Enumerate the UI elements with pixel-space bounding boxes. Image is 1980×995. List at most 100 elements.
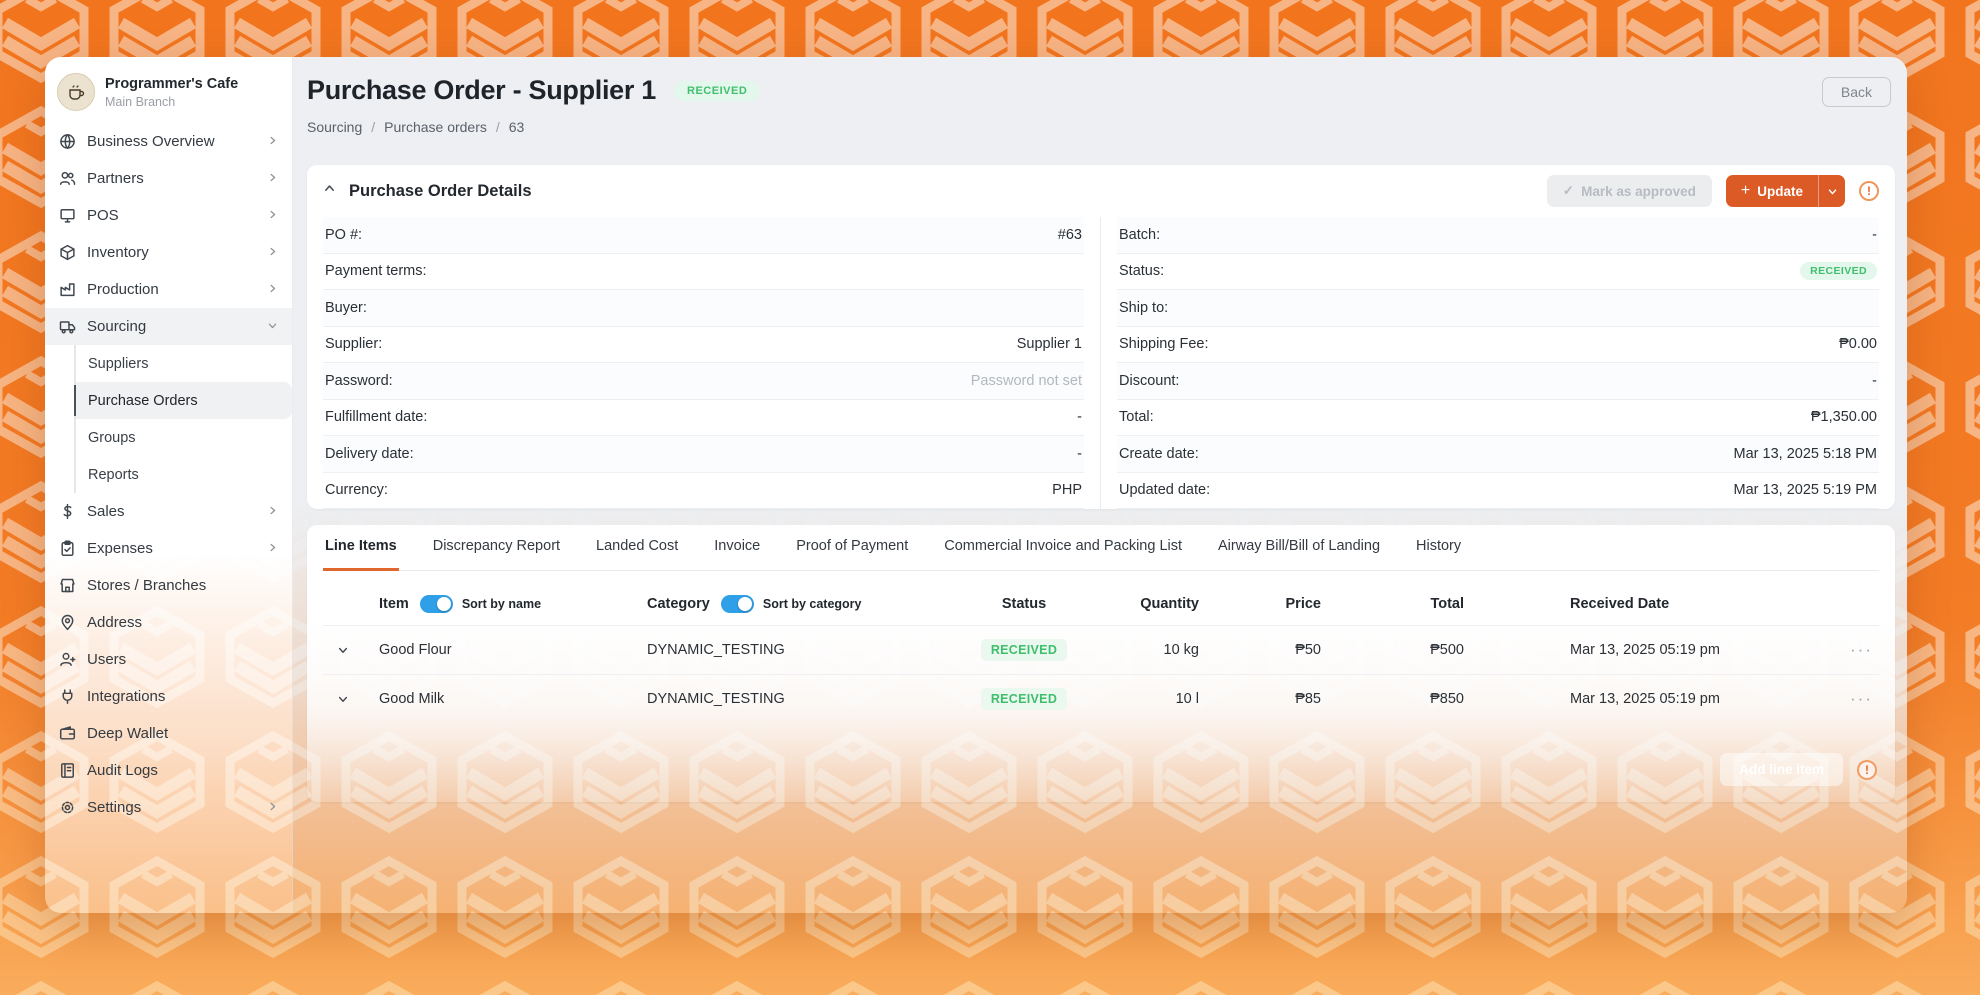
row-actions-menu[interactable]: ··· [1844, 689, 1879, 709]
tab-bar: Line Items Discrepancy Report Landed Cos… [323, 525, 1879, 571]
sidebar-item-label: Partners [87, 170, 267, 187]
sidebar-item-sales[interactable]: Sales [45, 493, 292, 530]
detail-label: Status: [1119, 263, 1164, 279]
sidebar-item-integrations[interactable]: Integrations [45, 678, 292, 715]
info-icon[interactable]: ! [1859, 181, 1879, 201]
sidebar-item-label: Sales [87, 503, 267, 520]
sidebar-item-label: Users [87, 651, 278, 668]
page-title: Purchase Order - Supplier 1 [307, 75, 656, 106]
sidebar-item-sourcing[interactable]: Sourcing [45, 308, 292, 345]
detail-row-create-date: Create date:Mar 13, 2025 5:18 PM [1117, 436, 1879, 473]
info-icon[interactable]: ! [1857, 760, 1877, 780]
tab-line-items[interactable]: Line Items [323, 525, 399, 571]
detail-value: Supplier 1 [1017, 336, 1082, 352]
sort-by-name-label: Sort by name [462, 597, 541, 611]
sidebar-item-purchase-orders[interactable]: Purchase Orders [76, 382, 292, 419]
gear-icon [59, 799, 76, 816]
detail-value: ₱1,350.00 [1811, 409, 1877, 425]
factory-icon [59, 281, 76, 298]
clipboard-icon [59, 540, 76, 557]
plug-icon [59, 688, 76, 705]
sub-item-label: Reports [88, 467, 139, 483]
sidebar-item-pos[interactable]: POS [45, 197, 292, 234]
sort-by-name-toggle[interactable] [420, 595, 453, 613]
add-line-item-button[interactable]: Add line item [1720, 753, 1843, 786]
back-button[interactable]: Back [1822, 77, 1891, 107]
status-badge: RECEIVED [674, 81, 760, 101]
chevron-right-icon [267, 503, 278, 520]
org-logo [57, 73, 95, 111]
tab-discrepancy-report[interactable]: Discrepancy Report [431, 525, 562, 571]
line-items-card: Line Items Discrepancy Report Landed Cos… [307, 525, 1895, 802]
sidebar-item-label: Audit Logs [87, 762, 278, 779]
wallet-icon [59, 725, 76, 742]
sidebar-item-expenses[interactable]: Expenses [45, 530, 292, 567]
sort-by-category-toggle[interactable] [721, 595, 754, 613]
breadcrumb-sourcing[interactable]: Sourcing [307, 119, 362, 135]
sidebar-item-address[interactable]: Address [45, 604, 292, 641]
mark-as-approved-label: Mark as approved [1581, 184, 1696, 199]
expand-row-icon[interactable] [323, 693, 363, 705]
breadcrumb-purchase-orders[interactable]: Purchase orders [384, 119, 487, 135]
detail-value: Password not set [971, 373, 1082, 389]
chevron-right-icon [267, 133, 278, 150]
details-left-column: PO #:#63 Payment terms: Buyer: Supplier:… [323, 217, 1101, 509]
column-received-date: Received Date [1514, 596, 1844, 612]
tab-invoice[interactable]: Invoice [712, 525, 762, 571]
pos-monitor-icon [59, 207, 76, 224]
update-label: Update [1757, 184, 1803, 199]
cell-quantity: 10 kg [1099, 642, 1249, 658]
store-icon [59, 577, 76, 594]
detail-row-status: Status:RECEIVED [1117, 254, 1879, 291]
detail-label: Password: [325, 373, 393, 389]
breadcrumb-current: 63 [509, 119, 525, 135]
detail-row-total: Total:₱1,350.00 [1117, 400, 1879, 437]
collapse-section-icon[interactable] [323, 182, 336, 200]
cell-status-badge: RECEIVED [981, 639, 1067, 661]
cell-price: ₱50 [1249, 642, 1369, 658]
detail-row-updated-date: Updated date:Mar 13, 2025 5:19 PM [1117, 473, 1879, 510]
plus-icon: + [1741, 183, 1750, 199]
tab-airway-bill[interactable]: Airway Bill/Bill of Landing [1216, 525, 1382, 571]
chevron-down-icon [1827, 186, 1838, 197]
sidebar-item-business-overview[interactable]: Business Overview [45, 123, 292, 160]
sidebar: Programmer's Cafe Main Branch Business O… [45, 57, 293, 913]
sidebar-item-production[interactable]: Production [45, 271, 292, 308]
mark-as-approved-button[interactable]: ✓ Mark as approved [1547, 175, 1712, 207]
tab-history[interactable]: History [1414, 525, 1463, 571]
tab-landed-cost[interactable]: Landed Cost [594, 525, 680, 571]
org-branch: Main Branch [105, 95, 238, 109]
detail-value: - [1077, 446, 1082, 462]
detail-label: Shipping Fee: [1119, 336, 1208, 352]
detail-label: Buyer: [325, 300, 367, 316]
sidebar-item-groups[interactable]: Groups [76, 419, 292, 456]
sidebar-item-users[interactable]: Users [45, 641, 292, 678]
detail-label: Fulfillment date: [325, 409, 427, 425]
detail-label: Currency: [325, 482, 388, 498]
update-dropdown-button[interactable] [1818, 175, 1845, 207]
row-actions-menu[interactable]: ··· [1844, 640, 1879, 660]
org-switcher[interactable]: Programmer's Cafe Main Branch [45, 69, 292, 123]
main-content: Purchase Order - Supplier 1 RECEIVED Bac… [293, 57, 1907, 913]
sidebar-item-label: Settings [87, 799, 267, 816]
sidebar-item-deep-wallet[interactable]: Deep Wallet [45, 715, 292, 752]
update-button[interactable]: + Update [1726, 175, 1818, 207]
tab-commercial-invoice-packing-list[interactable]: Commercial Invoice and Packing List [942, 525, 1184, 571]
sidebar-item-partners[interactable]: Partners [45, 160, 292, 197]
cell-category: DYNAMIC_TESTING [619, 642, 949, 658]
map-pin-icon [59, 614, 76, 631]
expand-row-icon[interactable] [323, 644, 363, 656]
sidebar-item-suppliers[interactable]: Suppliers [76, 345, 292, 382]
detail-value: Mar 13, 2025 5:19 PM [1734, 482, 1877, 498]
line-items-header: Item Sort by name Category Sort by categ… [323, 583, 1879, 625]
cell-total: ₱500 [1369, 642, 1514, 658]
sidebar-item-reports[interactable]: Reports [76, 456, 292, 493]
tab-proof-of-payment[interactable]: Proof of Payment [794, 525, 910, 571]
cell-received-date: Mar 13, 2025 05:19 pm [1514, 642, 1844, 658]
line-item-row: Good Flour DYNAMIC_TESTING RECEIVED 10 k… [323, 625, 1879, 674]
sidebar-item-settings[interactable]: Settings [45, 789, 292, 826]
sidebar-item-audit-logs[interactable]: Audit Logs [45, 752, 292, 789]
detail-row-batch: Batch:- [1117, 217, 1879, 254]
sidebar-item-stores-branches[interactable]: Stores / Branches [45, 567, 292, 604]
sidebar-item-inventory[interactable]: Inventory [45, 234, 292, 271]
